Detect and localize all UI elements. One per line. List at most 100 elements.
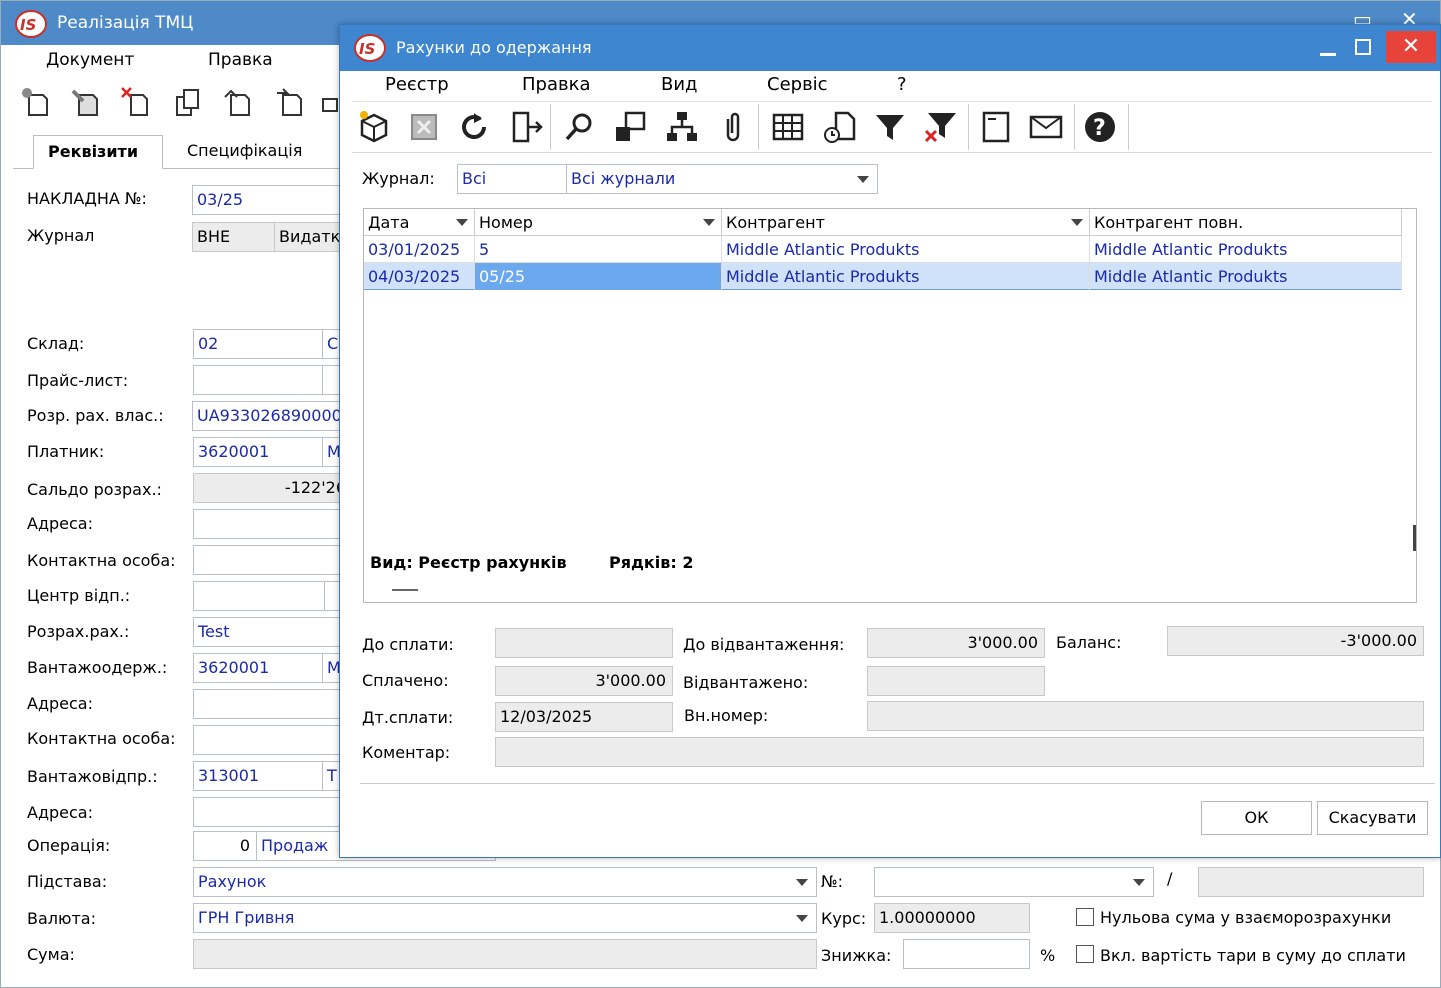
contact-field-2[interactable] (193, 725, 353, 755)
toolbar-separator (968, 104, 969, 150)
column-contractor-full[interactable]: Контрагент повн. (1090, 209, 1402, 236)
help-icon[interactable]: ? (1082, 109, 1118, 145)
price-list-field[interactable] (193, 365, 323, 395)
shipped-label: Відвантажено: (683, 673, 809, 692)
ok-button[interactable]: ОК (1201, 801, 1312, 835)
refresh-icon[interactable] (456, 109, 492, 145)
address-field-2[interactable] (193, 689, 353, 719)
history-doc-icon[interactable] (822, 109, 858, 145)
exit-icon[interactable] (508, 109, 544, 145)
close-icon[interactable]: ✕ (1386, 31, 1436, 63)
address-field-3[interactable] (193, 797, 353, 827)
to-pay-field (495, 628, 673, 658)
balance-field: -122'26 (193, 473, 353, 503)
address-field-1[interactable] (193, 509, 353, 539)
contact-field-1[interactable] (193, 545, 353, 575)
column-contractor[interactable]: Контрагент (722, 209, 1090, 236)
tab-specification[interactable]: Специфікація (173, 135, 316, 169)
table-icon[interactable] (770, 109, 806, 145)
own-account-field[interactable]: UA933026890000 (192, 401, 352, 431)
grid-header: Дата Номер Контрагент Контрагент повн. (364, 209, 1402, 236)
clear-filter-icon[interactable] (922, 109, 958, 145)
shipper-code-field[interactable]: 313001 (193, 761, 323, 791)
delete-box-icon[interactable] (406, 109, 442, 145)
attachment-icon[interactable] (714, 109, 750, 145)
toolbar-separator (550, 104, 551, 150)
tare-checkbox[interactable] (1076, 945, 1094, 963)
account-field[interactable]: Test (193, 617, 353, 647)
warehouse-label: Склад: (27, 334, 85, 353)
navigate-icon[interactable] (612, 109, 648, 145)
export-doc-icon[interactable] (273, 85, 307, 119)
filter-icon[interactable] (872, 109, 908, 145)
rate-field: 1.00000000 (874, 903, 1030, 933)
payer-label: Платник: (27, 442, 105, 461)
journal-code-field: ВНЕ (192, 222, 276, 252)
menu-edit[interactable]: Правка (522, 74, 591, 95)
chevron-down-icon (857, 176, 869, 183)
discount-field[interactable] (903, 939, 1030, 969)
paid-field: 3'000.00 (495, 666, 673, 696)
new-doc-icon[interactable] (19, 85, 53, 119)
document-icon[interactable] (978, 109, 1014, 145)
toolbar-separator (758, 104, 759, 150)
journal-filter-value: Всі журнали (571, 169, 676, 188)
tab-requisites[interactable]: Реквізити (33, 135, 163, 169)
menu-document[interactable]: Документ (46, 50, 134, 70)
new-box-icon[interactable] (356, 109, 392, 145)
minimize-icon[interactable] (1320, 53, 1336, 56)
cell-date: 03/01/2025 (364, 236, 475, 263)
cell-contractor: Middle Atlantic Produkts (722, 263, 1090, 290)
grid-footer-view: Вид: Реєстр рахунків (370, 553, 567, 572)
menu-registry[interactable]: Реєстр (385, 74, 449, 95)
table-row[interactable]: 03/01/2025 5 Middle Atlantic Produkts Mi… (364, 236, 1402, 263)
horizontal-scrollbar[interactable] (392, 589, 418, 591)
cancel-button[interactable]: Скасувати (1317, 801, 1428, 835)
invoice-no-field[interactable]: 03/25 (192, 185, 352, 215)
hierarchy-icon[interactable] (664, 109, 700, 145)
column-number[interactable]: Номер (475, 209, 722, 236)
delete-doc-icon[interactable] (119, 85, 153, 119)
menu-edit[interactable]: Правка (208, 50, 273, 70)
search-icon[interactable] (562, 109, 598, 145)
cell-number: 05/25 (475, 263, 722, 290)
currency-dropdown[interactable]: ГРН Гривня (193, 903, 817, 933)
warehouse-field[interactable]: 02 (193, 329, 323, 359)
journal-filter-dropdown[interactable]: Всі журнали (566, 164, 878, 194)
maximize-icon[interactable] (1355, 39, 1371, 55)
mail-icon[interactable] (1028, 109, 1064, 145)
shipped-field (867, 666, 1045, 696)
operation-code-field[interactable]: 0 (193, 831, 257, 861)
menu-service[interactable]: Сервіс (767, 74, 828, 95)
zero-sum-label: Нульова сума у взаєморозрахунки (1100, 908, 1392, 927)
sort-arrow-icon (1071, 219, 1083, 226)
payer-code-field[interactable]: 3620001 (193, 437, 323, 467)
table-row-selected[interactable]: 04/03/2025 05/25 Middle Atlantic Produkt… (364, 263, 1402, 290)
dialog-toolbar: ? (352, 101, 1432, 153)
toolbar-separator (1128, 104, 1129, 150)
cell-contractor-full: Middle Atlantic Produkts (1090, 263, 1402, 290)
consignee-code-field[interactable]: 3620001 (193, 653, 323, 683)
account-label: Розрах.рах.: (27, 622, 130, 641)
menu-help[interactable]: ? (897, 74, 907, 95)
pay-date-label: Дт.сплати: (362, 708, 454, 727)
basis-dropdown[interactable]: Рахунок (193, 867, 817, 897)
no-dropdown[interactable] (874, 867, 1154, 897)
balance-label: Баланс: (1056, 633, 1122, 652)
currency-value: ГРН Гривня (198, 908, 295, 927)
no-label: №: (821, 872, 844, 891)
chevron-down-icon (796, 915, 808, 922)
copy-doc-icon[interactable] (171, 85, 205, 119)
menu-view[interactable]: Вид (661, 74, 698, 95)
vertical-scrollbar[interactable] (1413, 525, 1416, 551)
resp-center-field[interactable] (193, 581, 325, 611)
app-logo-icon: IS (15, 9, 47, 43)
import-doc-icon[interactable] (221, 85, 255, 119)
journal-filter-code[interactable]: Всі (457, 164, 567, 194)
zero-sum-checkbox[interactable] (1076, 908, 1094, 926)
column-date[interactable]: Дата (364, 209, 475, 236)
tare-label: Вкл. вартість тари в суму до сплати (1100, 946, 1406, 965)
background-tabs: Реквізити Специфікація (13, 131, 353, 169)
column-number-label: Номер (479, 213, 533, 232)
edit-doc-icon[interactable] (69, 85, 103, 119)
